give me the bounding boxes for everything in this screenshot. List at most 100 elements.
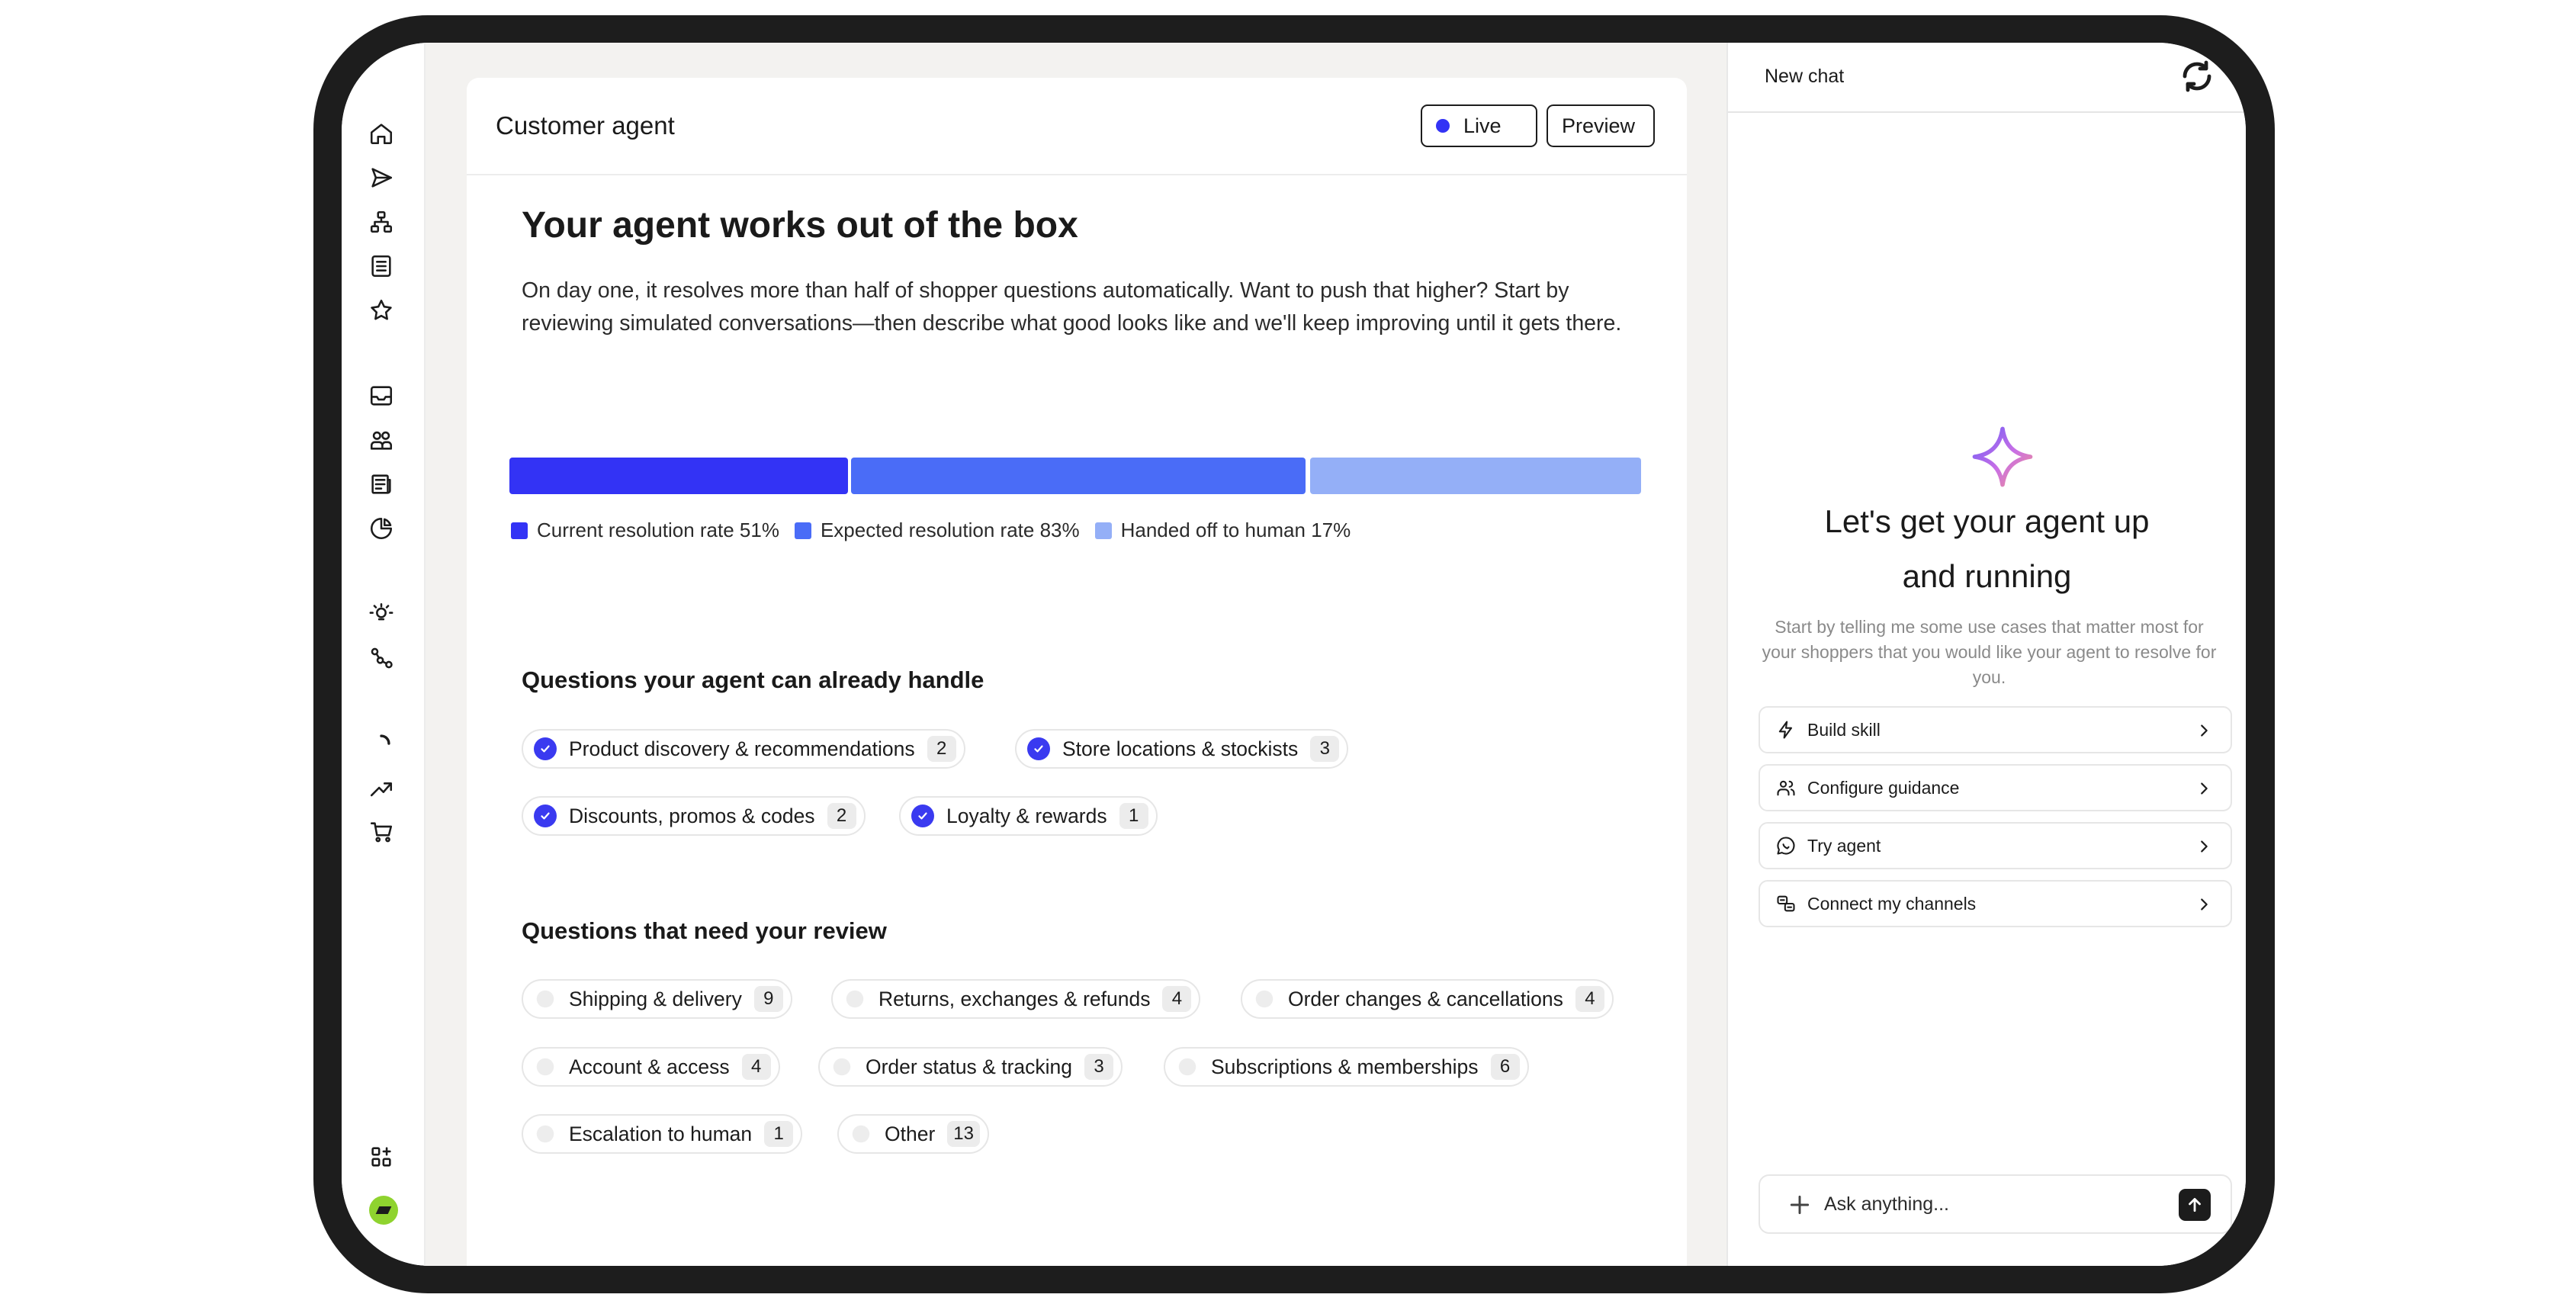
chat-title: New chat (1765, 66, 1845, 87)
home-icon (370, 124, 393, 145)
sparkle-icon (1972, 426, 2033, 487)
chip-label: Account & access (569, 1055, 730, 1078)
chip-label: Discounts, promos & codes (569, 804, 815, 827)
resolution-bar-segment (851, 458, 1306, 494)
channels-icon (1775, 893, 1797, 914)
chip-count-badge: 9 (753, 986, 783, 1012)
nav-trends[interactable] (364, 770, 399, 805)
chip-count-badge: 3 (1310, 736, 1340, 762)
inbox-icon (370, 386, 393, 406)
review-topic-chip[interactable]: Order status & tracking 3 (818, 1047, 1123, 1087)
legend-item: Expected resolution rate 83% (794, 519, 1080, 542)
nav-articles[interactable] (364, 467, 399, 502)
chip-count-badge: 2 (927, 736, 956, 762)
legend-swatch (1094, 522, 1112, 539)
nav-list[interactable] (364, 249, 399, 284)
chat-action-connect-my-channels[interactable]: Connect my channels (1759, 880, 2232, 927)
preview-button[interactable]: Preview (1547, 104, 1655, 147)
review-topic-chip[interactable]: Order changes & cancellations 4 (1241, 979, 1614, 1019)
chat-welcome-line1: Let's get your agent up (1824, 503, 2150, 539)
brand-avatar[interactable] (369, 1196, 398, 1225)
review-topic-chip[interactable]: Other 13 (837, 1114, 989, 1154)
chat-action-label: Configure guidance (1807, 777, 1960, 798)
chip-count-badge: 1 (1119, 803, 1148, 829)
chevron-right-icon (2195, 896, 2212, 913)
users-icon (1775, 777, 1797, 798)
nav-ideas[interactable] (364, 596, 399, 631)
pending-crescent-icon (1253, 988, 1276, 1010)
cart-icon (370, 822, 393, 843)
nodes-icon (371, 647, 393, 669)
chip-count-badge: 3 (1084, 1054, 1113, 1080)
live-button[interactable]: Live (1421, 104, 1537, 147)
review-section-title: Questions that need your review (522, 917, 887, 944)
nav-favorites[interactable] (364, 293, 399, 328)
legend-swatch (794, 522, 811, 539)
chat-welcome-subtext: Start by telling me some use cases that … (1762, 617, 2217, 687)
review-topic-chip[interactable]: Returns, exchanges & refunds 4 (831, 979, 1201, 1019)
trend-up-icon (370, 782, 393, 797)
nav-reports[interactable] (364, 511, 399, 546)
brand-logo-icon (375, 1206, 392, 1214)
chip-label: Shipping & delivery (569, 987, 742, 1010)
review-topic-chip[interactable]: Account & access 4 (522, 1047, 780, 1087)
nav-store[interactable] (364, 814, 399, 850)
add-attachment-button[interactable] (1787, 1193, 1812, 1217)
chip-label: Product discovery & recommendations (569, 737, 915, 760)
newspaper-icon (371, 474, 391, 494)
nav-home[interactable] (364, 116, 399, 151)
star-icon (371, 299, 392, 320)
chip-count-badge: 6 (1490, 1054, 1520, 1080)
chip-label: Other (885, 1122, 936, 1145)
pending-crescent-icon (534, 988, 557, 1010)
card-header: Customer agent Live Preview (467, 78, 1687, 175)
nav-loading[interactable] (364, 726, 399, 761)
plus-icon (1790, 1195, 1810, 1215)
check-circle-icon (911, 805, 934, 827)
nav-workflows[interactable] (364, 204, 399, 239)
check-circle-icon (1027, 737, 1050, 760)
handled-section-title: Questions your agent can already handle (522, 666, 984, 693)
app-screen: Customer agent Live Preview Your agent w… (342, 43, 2246, 1266)
resolution-bar-segment (1310, 458, 1641, 494)
nav-send[interactable] (364, 160, 399, 195)
review-topic-chip[interactable]: Subscriptions & memberships 6 (1164, 1047, 1529, 1087)
chevron-right-icon (2195, 838, 2212, 855)
handled-topic-chip[interactable]: Loyalty & rewards 1 (899, 796, 1158, 836)
chip-label: Subscriptions & memberships (1211, 1055, 1479, 1078)
check-circle-icon (534, 805, 557, 827)
chat-action-build-skill[interactable]: Build skill (1759, 706, 2232, 753)
review-topic-chip[interactable]: Shipping & delivery 9 (522, 979, 792, 1019)
chat-welcome-line2: and running (1902, 558, 2072, 594)
hierarchy-icon (370, 210, 393, 233)
legend-label: Handed off to human 17% (1120, 519, 1351, 541)
handled-topic-chip[interactable]: Product discovery & recommendations 2 (522, 729, 965, 769)
nav-apps[interactable] (364, 1139, 399, 1174)
handled-topic-chip[interactable]: Discounts, promos & codes 2 (522, 796, 866, 836)
chat-input[interactable]: Ask anything... (1824, 1193, 1949, 1216)
agent-card: Customer agent Live Preview Your agent w… (467, 78, 1687, 1266)
refresh-chat-button[interactable] (2179, 58, 2215, 95)
send-message-button[interactable] (2179, 1189, 2211, 1221)
live-status-dot (1436, 119, 1450, 133)
list-icon (371, 255, 391, 278)
chat-welcome: Let's get your agent up and running (1728, 494, 2246, 604)
chat-bubble-icon (1775, 835, 1797, 856)
lightbulb-icon (369, 602, 393, 621)
nav-inbox[interactable] (364, 378, 399, 413)
review-topic-chip[interactable]: Escalation to human 1 (522, 1114, 803, 1154)
refresh-icon (2183, 60, 2211, 92)
chip-label: Loyalty & rewards (946, 804, 1107, 827)
nav-customers[interactable] (364, 422, 399, 458)
chat-action-configure-guidance[interactable]: Configure guidance (1759, 764, 2232, 811)
legend-label: Current resolution rate 51% (537, 519, 779, 541)
preview-label: Preview (1562, 114, 1636, 137)
send-icon (371, 168, 393, 188)
resolution-legend: Current resolution rate 51% Expected reso… (511, 519, 1366, 542)
chat-action-try-agent[interactable]: Try agent (1759, 822, 2232, 869)
pending-crescent-icon (830, 1055, 853, 1078)
chat-action-label: Connect my channels (1807, 893, 1977, 914)
handled-topic-chip[interactable]: Store locations & stockists 3 (1015, 729, 1349, 769)
nav-integrations[interactable] (364, 641, 399, 676)
main-canvas: Customer agent Live Preview Your agent w… (426, 43, 1726, 1266)
